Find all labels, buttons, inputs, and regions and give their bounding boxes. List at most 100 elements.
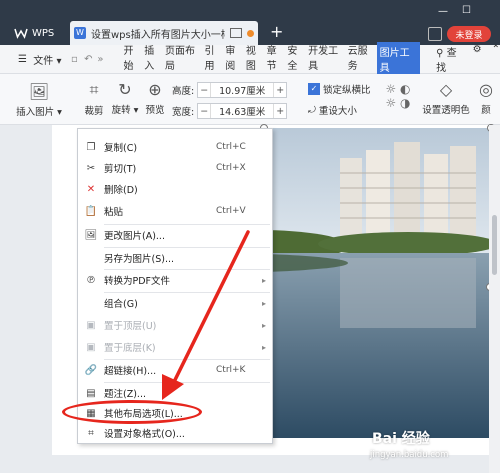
title-bar: WPS W 设置wps插入所有图片大小一样 + — ☐ 未登录 xyxy=(0,0,500,45)
preview-button[interactable]: ⊕ 预览 xyxy=(143,80,167,116)
copy-icon: ❐ xyxy=(86,141,96,153)
wps-logo-icon xyxy=(14,28,28,39)
rotate-icon: ↻ xyxy=(118,80,132,99)
width-label: 宽度: xyxy=(172,107,195,118)
width-decrease-button[interactable]: − xyxy=(198,106,210,117)
height-increase-button[interactable]: + xyxy=(274,85,286,96)
scrollbar-thumb[interactable] xyxy=(492,215,497,275)
baidu-jingyan-logo: Bai 经验 xyxy=(372,431,430,447)
minimize-button[interactable]: — xyxy=(438,6,448,17)
lock-ratio-label: 锁定纵横比 xyxy=(323,85,371,96)
contrast-up-icon[interactable]: ◐ xyxy=(400,82,410,96)
menu-item-label: 删除(D) xyxy=(104,185,138,196)
new-tab-button[interactable]: + xyxy=(270,22,283,41)
menu-item-save-as-picture[interactable]: 另存为图片(S)... xyxy=(78,248,272,268)
undo-icon[interactable]: ↶ xyxy=(84,54,97,65)
change-picture-icon: 🖼 xyxy=(84,229,98,241)
width-increase-button[interactable]: + xyxy=(274,106,286,117)
height-field[interactable]: − 10.97厘米 + xyxy=(197,82,288,98)
ribbon-tabs: 开始 插入 页面布局 引用 审阅 视图 章节 安全 开发工具 云服务 图片工具 xyxy=(123,42,421,76)
menu-item-label: 超链接(H)... xyxy=(104,366,157,377)
submenu-arrow-icon: ▸ xyxy=(262,320,267,330)
lock-ratio-checkbox[interactable]: ✓ xyxy=(308,83,320,95)
submenu-arrow-icon: ▸ xyxy=(262,275,267,285)
preview-label: 预览 xyxy=(145,105,165,116)
tab-picture-tools[interactable]: 图片工具 xyxy=(376,42,421,76)
more-icon[interactable]: » xyxy=(97,54,110,65)
tab-security[interactable]: 安全 xyxy=(286,42,307,76)
menubar-right: ⚲ 查找 ⚙ ⌃ xyxy=(436,44,500,74)
menu-item-label: 置于顶层(U) xyxy=(104,321,157,332)
file-menu-label: 文件 xyxy=(33,55,54,67)
login-badge[interactable]: 未登录 xyxy=(447,26,491,42)
menu-item-copy[interactable]: ❐ 复制(C) Ctrl+C xyxy=(78,137,272,157)
color-adjust-buttons[interactable]: ☼ ◐ ☼ ◑ xyxy=(380,82,416,110)
tab-view[interactable]: 视图 xyxy=(245,42,266,76)
menu-item-change-picture[interactable]: 🖼 更改图片(A)... xyxy=(78,225,272,245)
menu-item-shortcut: Ctrl+V xyxy=(216,206,246,216)
tab-home[interactable]: 开始 xyxy=(123,42,144,76)
context-menu: ❐ 复制(C) Ctrl+C ✂ 剪切(T) Ctrl+X ✕ 删除(D) 📋 … xyxy=(77,128,273,444)
contrast-down-icon[interactable]: ◑ xyxy=(400,96,410,110)
menu-item-label: 另存为图片(S)... xyxy=(104,254,175,265)
rotate-label: 旋转 xyxy=(111,105,131,116)
tab-page-layout[interactable]: 页面布局 xyxy=(164,42,203,76)
insert-picture-button[interactable]: 🖼 插入图片 ▾ xyxy=(14,82,64,118)
width-field[interactable]: − 14.63厘米 + xyxy=(197,103,288,119)
menu-item-hyperlink[interactable]: 🔗 超链接(H)... Ctrl+K xyxy=(78,360,272,380)
vertical-scrollbar[interactable] xyxy=(489,125,500,473)
height-value[interactable]: 10.97厘米 xyxy=(210,83,275,97)
tab-references[interactable]: 引用 xyxy=(203,42,224,76)
bring-front-icon: ▣ xyxy=(86,319,96,331)
menu-item-shortcut: Ctrl+X xyxy=(216,163,246,173)
menu-item-label: 置于底层(K) xyxy=(104,343,156,354)
tab-review[interactable]: 审阅 xyxy=(224,42,245,76)
monitor-icon[interactable] xyxy=(230,28,242,38)
menu-item-format-object[interactable]: ⌗ 设置对象格式(O)... xyxy=(78,423,272,443)
menu-item-label: 组合(G) xyxy=(104,299,138,310)
window-icon[interactable] xyxy=(428,27,442,41)
menu-item-cut[interactable]: ✂ 剪切(T) Ctrl+X xyxy=(78,158,272,178)
menu-item-delete[interactable]: ✕ 删除(D) xyxy=(78,179,272,199)
lock-ratio-row[interactable]: ✓ 锁定纵横比 xyxy=(308,82,371,96)
reset-size-button[interactable]: ⤾ 重设大小 xyxy=(308,103,357,118)
crop-icon: ⌗ xyxy=(89,80,99,99)
search-button[interactable]: ⚲ 查找 xyxy=(436,44,463,74)
maximize-button[interactable]: ☐ xyxy=(462,5,471,16)
crop-button[interactable]: ⌗ 裁剪 xyxy=(82,80,106,117)
menu-item-group[interactable]: 组合(G) ▸ xyxy=(78,293,272,313)
height-decrease-button[interactable]: − xyxy=(198,85,210,96)
tab-cloud[interactable]: 云服务 xyxy=(347,42,377,76)
picture-icon: 🖼 xyxy=(28,82,50,101)
tab-developer[interactable]: 开发工具 xyxy=(307,42,346,76)
width-row: 宽度: − 14.63厘米 + xyxy=(172,103,288,119)
color-icon: ◎ xyxy=(479,80,493,99)
color-button[interactable]: ◎ 颜 xyxy=(476,80,496,116)
transparent-color-icon: ◇ xyxy=(439,80,453,99)
menu-item-shortcut: Ctrl+K xyxy=(216,365,246,375)
menu-item-bring-to-front[interactable]: ▣ 置于顶层(U) ▸ xyxy=(78,315,272,335)
document-icon: W xyxy=(74,27,86,39)
scissors-icon: ✂ xyxy=(86,162,96,174)
width-value[interactable]: 14.63厘米 xyxy=(210,104,275,118)
tab-wps-home[interactable]: WPS xyxy=(14,21,66,45)
reset-size-label: 重设大小 xyxy=(318,106,357,117)
settings-icon[interactable]: ⚙ xyxy=(473,44,482,74)
magnifier-icon: ⊕ xyxy=(148,80,162,99)
menu-item-send-to-back[interactable]: ▣ 置于底层(K) ▸ xyxy=(78,337,272,357)
set-transparent-button[interactable]: ◇ 设置透明色 xyxy=(422,80,470,116)
file-menu[interactable]: 文件 ▾ xyxy=(33,52,71,67)
tab-insert[interactable]: 插入 xyxy=(143,42,164,76)
menu-item-convert-pdf[interactable]: ℗ 转换为PDF文件 ▸ xyxy=(78,270,272,290)
watermark-url: jingyan.baidu.com xyxy=(370,450,449,460)
expand-icon[interactable]: ⌃ xyxy=(492,44,500,74)
hamburger-icon[interactable]: ☰ xyxy=(18,54,29,65)
menu-item-label: 设置对象格式(O)... xyxy=(104,429,185,440)
delete-icon: ✕ xyxy=(86,183,96,195)
brightness-up-icon[interactable]: ☼ xyxy=(385,82,396,96)
rotate-button[interactable]: ↻ 旋转 ▾ xyxy=(109,80,141,116)
brightness-down-icon[interactable]: ☼ xyxy=(385,96,396,110)
save-icon[interactable]: ▫ xyxy=(71,54,84,65)
tab-chapter[interactable]: 章节 xyxy=(266,42,287,76)
menu-item-paste[interactable]: 📋 粘贴 Ctrl+V xyxy=(78,201,272,221)
